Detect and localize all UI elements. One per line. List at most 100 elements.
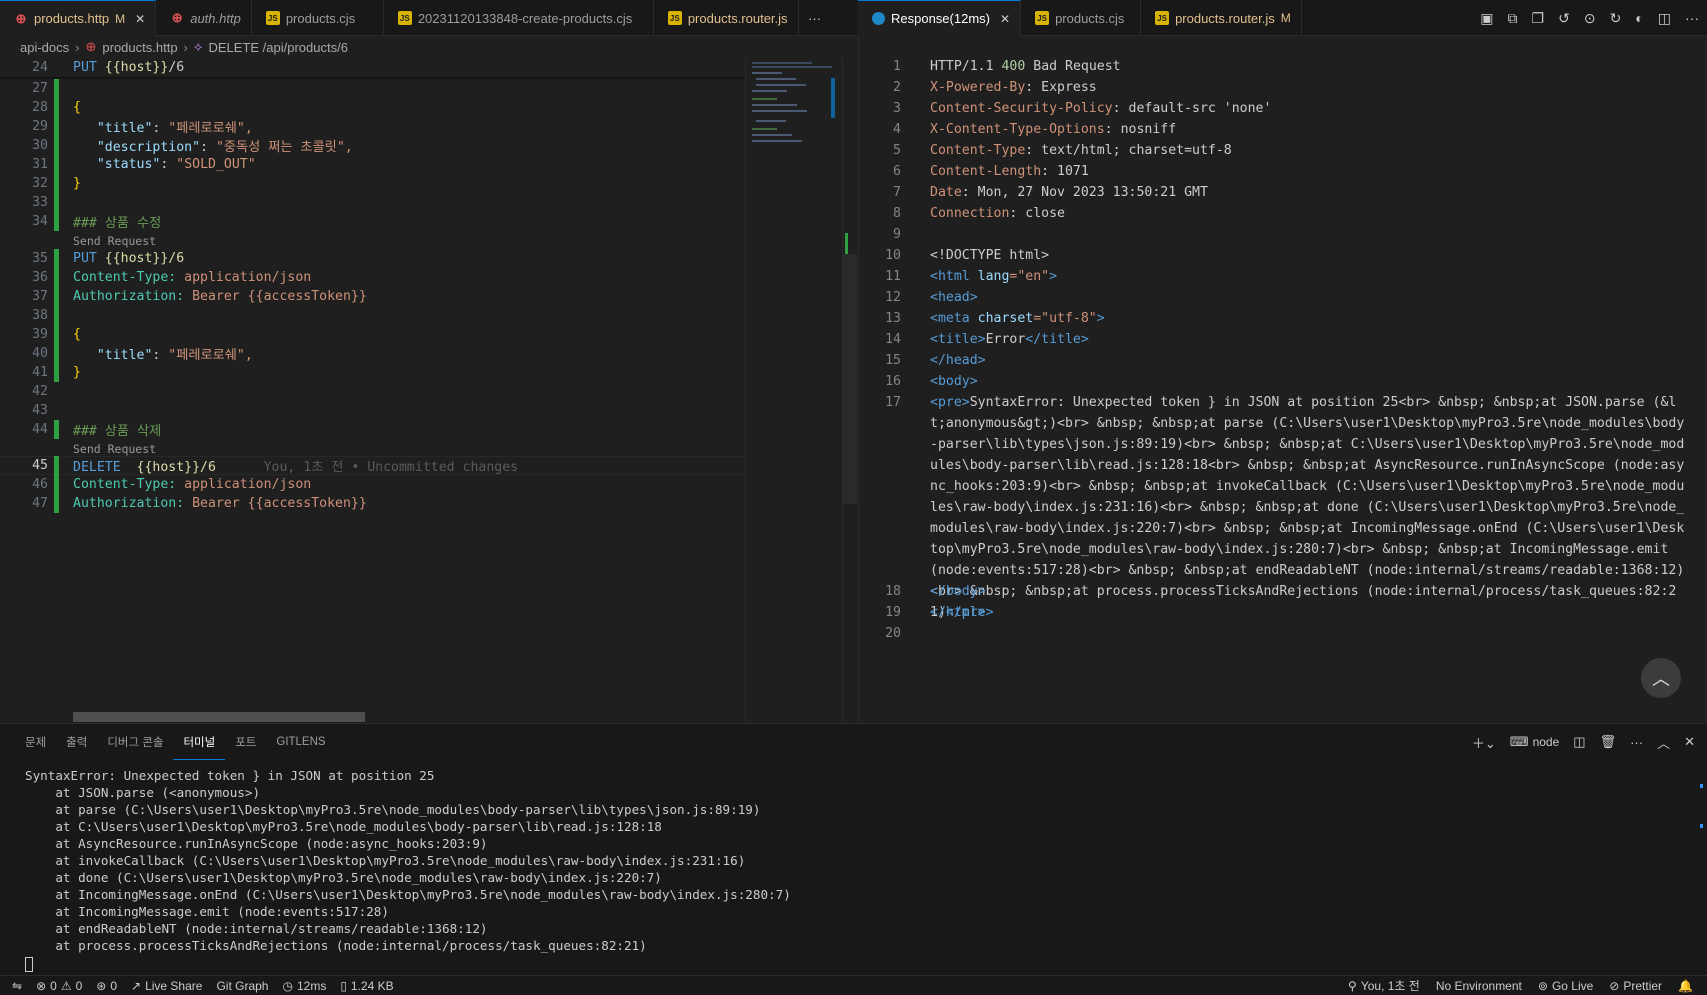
breadcrumb-folder[interactable]: api-docs xyxy=(20,40,69,55)
close-panel-icon[interactable]: ✕ xyxy=(1684,734,1695,750)
tab-terminal[interactable]: 터미널 xyxy=(173,724,226,760)
terminal-shell-selector[interactable]: ⌨ node xyxy=(1510,734,1559,750)
tab-auth-http[interactable]: ⊕ auth.http xyxy=(156,0,252,36)
compare-icon[interactable]: ⊙ xyxy=(1584,10,1596,27)
tab-problems[interactable]: 문제 xyxy=(15,724,56,760)
more-actions-icon[interactable]: ··· xyxy=(799,0,831,36)
response-timing[interactable]: ◷ 12ms xyxy=(282,979,326,993)
code-line[interactable]: 32 } xyxy=(0,174,745,193)
tab-products-http[interactable]: ⊕ products.http M ✕ xyxy=(0,0,157,36)
close-icon[interactable]: ✕ xyxy=(1000,12,1010,26)
code-line[interactable]: 37 Authorization: Bearer {{accessToken}} xyxy=(0,287,745,306)
problems-indicator[interactable]: ⊗ 0 ⚠ 0 xyxy=(36,979,82,993)
warning-icon: ⚠ xyxy=(60,978,72,993)
live-share-button[interactable]: ↗ Live Share xyxy=(131,979,202,993)
line-number: 41 xyxy=(32,365,48,380)
horizontal-scrollbar[interactable] xyxy=(73,712,365,722)
send-request-codelens[interactable]: Send Request xyxy=(73,442,156,456)
maximize-panel-icon[interactable]: ︿ xyxy=(1657,733,1670,752)
tab-products-router-js[interactable]: JS products.router.js xyxy=(654,0,799,36)
tab-label: products.cjs xyxy=(1055,10,1125,26)
code-line[interactable]: 29 "title": "페레로로쉐", xyxy=(0,117,745,136)
code-line[interactable]: 47 Authorization: Bearer {{accessToken}} xyxy=(0,494,745,513)
tab-ports[interactable]: 포트 xyxy=(225,724,266,760)
http-editor[interactable]: 24 PUT {{host}}/6 27 28 { 29 "title": "페… xyxy=(0,58,857,723)
gitlens-icon[interactable]: ◐ xyxy=(1635,10,1643,26)
response-size[interactable]: ▯ 1.24 KB xyxy=(340,979,393,993)
code-line[interactable]: 33 xyxy=(0,193,745,212)
git-added-marker xyxy=(54,420,59,439)
notifications-icon[interactable]: 🔔 xyxy=(1678,979,1693,993)
go-live-button[interactable]: ⊚ Go Live xyxy=(1538,979,1593,993)
git-added-marker xyxy=(54,193,59,212)
open-preview-icon[interactable]: ▣ xyxy=(1480,10,1493,27)
json-value: "중독성 쩌는 초콜릿", xyxy=(215,140,353,155)
git-added-marker xyxy=(54,117,59,136)
environment-selector[interactable]: No Environment xyxy=(1436,979,1522,993)
git-blame-status[interactable]: ⚲ You, 1초 전 xyxy=(1348,977,1420,994)
code-line[interactable]: 30 "description": "중독성 쩌는 초콜릿", xyxy=(0,136,745,155)
tab-debug-console[interactable]: 디버그 콘솔 xyxy=(97,724,173,760)
html-tag: <pre> xyxy=(930,395,970,410)
response-line: 12 <head> xyxy=(859,287,1707,308)
send-request-codelens[interactable]: Send Request xyxy=(73,234,156,248)
code-line[interactable]: 31 "status": "SOLD_OUT" xyxy=(0,155,745,174)
tab-gitlens[interactable]: GITLENS xyxy=(266,724,335,760)
minimap[interactable] xyxy=(745,58,842,723)
tab-products-router-js[interactable]: JS products.router.js M xyxy=(1141,0,1302,36)
code-line[interactable]: 42 xyxy=(0,382,745,401)
symbol-icon: ⟡ xyxy=(193,39,203,54)
sticky-scroll-line[interactable]: 24 PUT {{host}}/6 xyxy=(0,58,745,77)
remote-icon[interactable]: ⇋ xyxy=(12,979,22,993)
header-value: text/html; charset=utf-8 xyxy=(1041,143,1232,158)
prettier-status[interactable]: ⊘ Prettier xyxy=(1609,979,1662,993)
code-line[interactable]: 43 xyxy=(0,401,745,420)
git-graph-button[interactable]: Git Graph xyxy=(216,979,268,993)
header-value: Bearer {{accessToken}} xyxy=(192,289,367,304)
code-line[interactable]: 44 ### 상품 삭제 xyxy=(0,420,745,439)
response-viewer[interactable]: 1 HTTP/1.1 400 Bad Request 2 X-Powered-B… xyxy=(858,36,1707,723)
go-back-icon[interactable]: ↺ xyxy=(1558,10,1570,27)
code-line[interactable]: 40 "title": "페레로로쉐", xyxy=(0,344,745,363)
code-line-current[interactable]: 45 DELETE {{host}}/6 You, 1초 전 • Uncommi… xyxy=(0,456,745,475)
header-value: Express xyxy=(1041,80,1097,95)
terminal-output[interactable]: SyntaxError: Unexpected token } in JSON … xyxy=(25,768,791,955)
js-file-icon: JS xyxy=(1155,11,1170,25)
tab-products-cjs[interactable]: JS products.cjs xyxy=(252,0,384,36)
copy-icon[interactable]: ❐ xyxy=(1532,10,1545,27)
tab-products-cjs[interactable]: JS products.cjs xyxy=(1021,0,1142,36)
code-line[interactable]: 46 Content-Type: application/json xyxy=(0,475,745,494)
split-terminal-icon[interactable]: ◫ xyxy=(1573,734,1585,750)
tab-output[interactable]: 출력 xyxy=(56,724,97,760)
more-actions-icon[interactable]: ··· xyxy=(1685,10,1699,26)
code-line[interactable]: 34 ### 상품 수정 xyxy=(0,212,745,231)
code-line[interactable]: 39 { xyxy=(0,325,745,344)
new-terminal-icon[interactable]: ＋⌄ xyxy=(1472,733,1496,752)
split-editor-icon[interactable]: ◫ xyxy=(1658,10,1671,27)
tab-create-products-migration[interactable]: JS 20231120133848-create-products.cjs xyxy=(384,0,654,36)
code-line[interactable]: 27 xyxy=(0,79,745,98)
save-response-icon[interactable]: ⧉ xyxy=(1508,10,1518,27)
response-header-line: 6 Content-Length: 1071 xyxy=(859,161,1707,182)
code-line[interactable]: 35 PUT {{host}}/6 xyxy=(0,249,745,268)
vertical-scrollbar[interactable] xyxy=(842,58,857,723)
scroll-to-top-button[interactable]: ︿ xyxy=(1641,658,1681,698)
response-header-line: 5 Content-Type: text/html; charset=utf-8 xyxy=(859,140,1707,161)
line-number: 39 xyxy=(32,327,48,342)
code-line[interactable]: 28 { xyxy=(0,98,745,117)
line-number: 28 xyxy=(32,100,48,115)
kill-terminal-icon[interactable]: 🗑 xyxy=(1600,734,1617,750)
more-actions-icon[interactable]: ··· xyxy=(1630,735,1643,750)
breadcrumb-symbol[interactable]: DELETE /api/products/6 xyxy=(208,40,347,55)
code-line[interactable]: 36 Content-Type: application/json xyxy=(0,268,745,287)
status-bar: ⇋ ⊗ 0 ⚠ 0 ⊛ 0 ↗ Live Share Git Graph ◷ 12ms ▯… xyxy=(0,975,1707,995)
breadcrumb-file[interactable]: products.http xyxy=(102,40,177,55)
code-line[interactable]: 41 } xyxy=(0,363,745,382)
html-attr: lang xyxy=(977,269,1010,284)
go-forward-icon[interactable]: ↻ xyxy=(1610,10,1622,27)
line-number: 46 xyxy=(32,477,48,492)
ports-indicator[interactable]: ⊛ 0 xyxy=(96,979,117,993)
code-line[interactable]: 38 xyxy=(0,306,745,325)
tab-response[interactable]: Response(12ms) ✕ xyxy=(858,0,1022,36)
close-icon[interactable]: ✕ xyxy=(135,12,145,26)
